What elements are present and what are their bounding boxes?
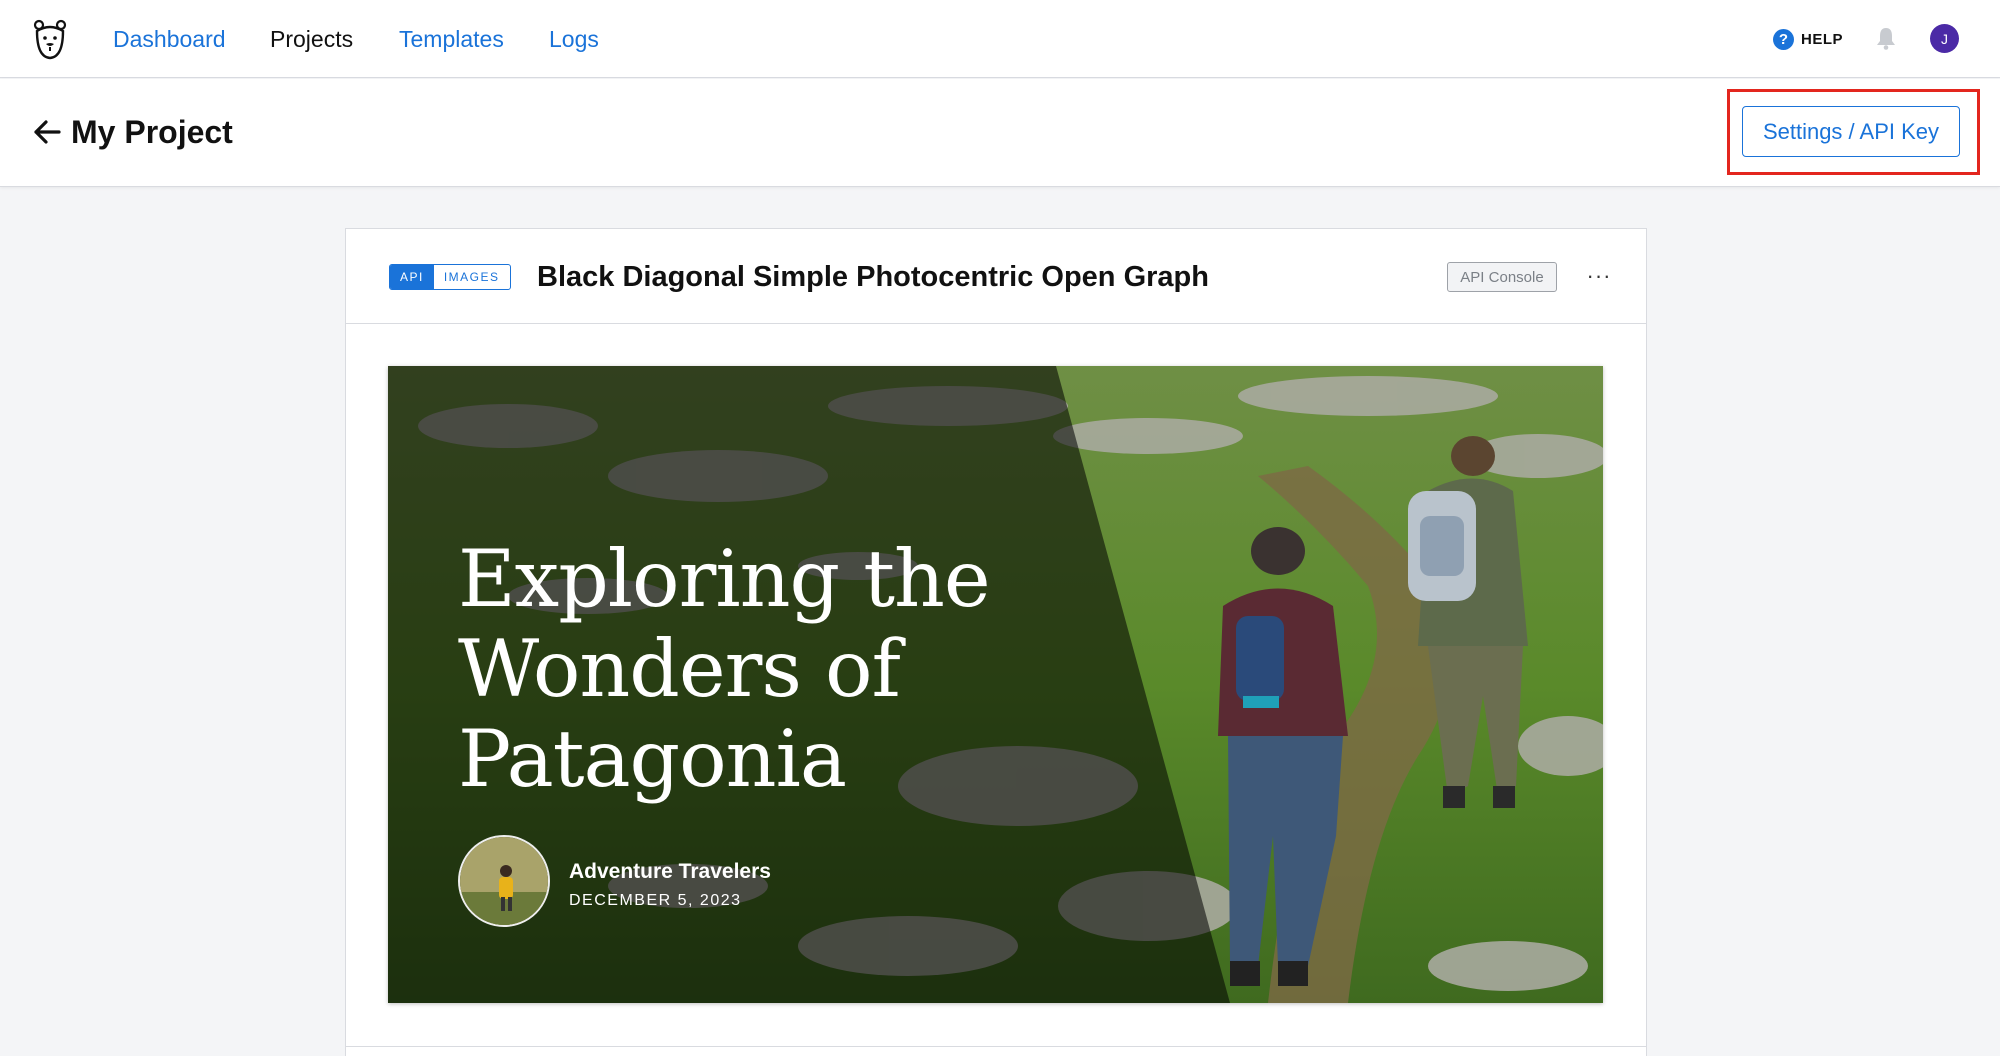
question-circle-icon: ? bbox=[1773, 28, 1794, 50]
nav-dashboard[interactable]: Dashboard bbox=[113, 24, 226, 54]
api-console-button[interactable]: API Console bbox=[1447, 262, 1557, 292]
bear-logo-icon[interactable] bbox=[33, 17, 67, 61]
og-image-preview: Exploring the Wonders of Patagonia Adven… bbox=[388, 366, 1603, 1003]
page-title: My Project bbox=[71, 114, 233, 150]
badge-images: IMAGES bbox=[443, 270, 500, 284]
nav-templates[interactable]: Templates bbox=[399, 24, 504, 54]
card-header: API IMAGES Black Diagonal Simple Photoce… bbox=[346, 229, 1646, 324]
project-header: My Project Settings / API Key bbox=[0, 79, 2000, 187]
author-avatar bbox=[458, 835, 550, 927]
nav-projects[interactable]: Projects bbox=[270, 24, 353, 54]
card-divider bbox=[346, 1046, 1646, 1047]
template-title: Black Diagonal Simple Photocentric Open … bbox=[537, 261, 1209, 293]
badge-api: API bbox=[390, 265, 434, 289]
og-headline: Exploring the Wonders of Patagonia bbox=[458, 533, 991, 805]
more-options-icon[interactable]: ··· bbox=[1584, 261, 1614, 291]
bell-icon[interactable] bbox=[1875, 26, 1897, 50]
back-arrow-icon[interactable] bbox=[33, 119, 61, 145]
og-date: DECEMBER 5, 2023 bbox=[569, 892, 742, 909]
top-navigation: Dashboard Projects Templates Logs ? HELP… bbox=[0, 0, 2000, 78]
nav-logs[interactable]: Logs bbox=[549, 24, 599, 54]
template-card: API IMAGES Black Diagonal Simple Photoce… bbox=[345, 228, 1647, 1056]
help-label: HELP bbox=[1801, 30, 1844, 48]
api-images-badge: API IMAGES bbox=[389, 264, 511, 290]
settings-api-key-button[interactable]: Settings / API Key bbox=[1742, 106, 1960, 157]
author-photo-icon bbox=[460, 837, 548, 925]
help-link[interactable]: ? HELP bbox=[1773, 28, 1843, 50]
og-author: Adventure Travelers bbox=[569, 860, 771, 883]
user-avatar[interactable]: J bbox=[1930, 24, 1959, 53]
